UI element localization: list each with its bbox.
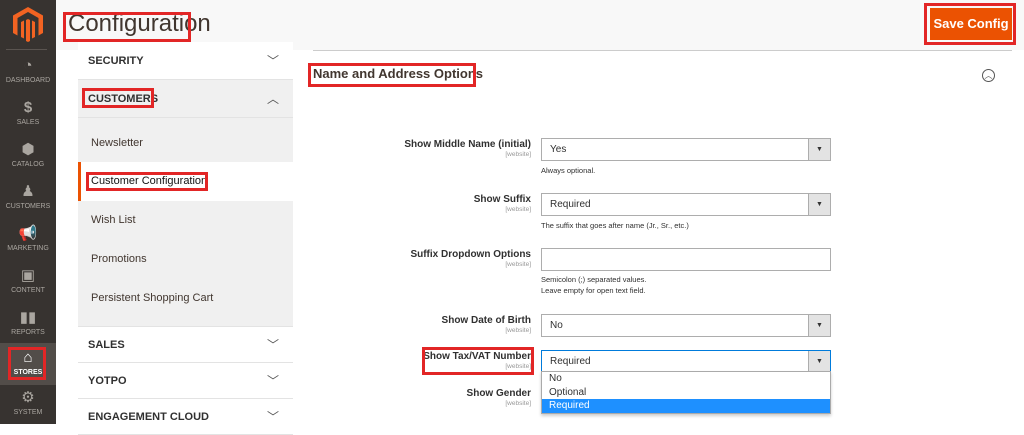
tab-customers[interactable]: CUSTOMERS ︿ [78,80,293,118]
field-label: Show Date of Birth [website] [441,315,531,334]
dollar-icon: $ [23,99,33,116]
tab-label: CUSTOMERS [88,93,159,105]
dropdown-arrow-icon: ▼ [808,315,830,336]
nav-content[interactable]: ▣ CONTENT [0,267,56,309]
store-icon: ⌂ [23,349,33,366]
chevron-down-icon: ﹀ [266,338,279,352]
box-icon: ⬢ [21,141,35,158]
layout-icon: ▣ [20,267,36,284]
chevron-down-icon: ﹀ [266,374,279,388]
config-tabs: SECURITY ﹀ CUSTOMERS ︿ Newsletter Customer… [78,42,293,435]
dropdown-arrow-icon: ▼ [808,351,830,372]
field-label: Show Tax/VAT Number [website] [423,351,531,370]
chevron-down-icon: ﹀ [266,54,279,68]
tab-engagement-cloud[interactable]: ENGAGEMENT CLOUD ﹀ [78,399,293,435]
page-title: Configuration [68,10,211,37]
show-suffix-select[interactable]: Required ▼ [541,193,831,216]
tab-label: SECURITY [88,55,144,67]
nav-label: MARKETING [7,245,49,252]
option-required[interactable]: Required [542,399,830,413]
dropdown-arrow-icon: ▼ [808,194,830,215]
sidebar-divider [6,49,47,50]
tax-vat-options-list: No Optional Required [541,371,831,414]
tab-item-persistent-cart[interactable]: Persistent Shopping Cart [78,279,293,327]
nav-customers[interactable]: ♟ CUSTOMERS [0,183,56,225]
tab-yotpo[interactable]: YOTPO ﹀ [78,363,293,399]
dropdown-arrow-icon: ▼ [808,139,830,160]
chevron-up-icon: ︿ [266,92,279,106]
nav-dashboard[interactable]: ◔ DASHBOARD [0,57,56,99]
tab-item-promotions[interactable]: Promotions [78,240,293,279]
chevron-down-icon: ﹀ [266,410,279,424]
tab-item-newsletter[interactable]: Newsletter [78,118,293,162]
option-no[interactable]: No [542,372,830,386]
show-tax-vat-select[interactable]: Required ▼ [541,350,831,373]
nav-label: SALES [16,119,40,126]
field-label: Suffix Dropdown Options [website] [410,249,531,268]
tab-label: ENGAGEMENT CLOUD [88,411,209,423]
nav-label: CUSTOMERS [5,203,51,210]
megaphone-icon: 📢 [18,225,38,242]
show-middle-name-select[interactable]: Yes ▼ [541,138,831,161]
nav-label: DASHBOARD [5,77,51,84]
nav-label: SYSTEM [13,409,43,416]
field-label: Show Middle Name (initial) [website] [404,139,531,158]
nav-stores[interactable]: ⌂ STORES [0,343,56,385]
tab-label: SALES [88,339,125,351]
tab-label: YOTPO [88,375,127,387]
field-note: Semicolon (;) separated values. Leave emp… [541,275,647,295]
field-label: Show Suffix [website] [473,194,531,213]
gear-icon: ⚙ [21,389,35,406]
nav-label: CONTENT [11,287,45,294]
collapse-icon[interactable]: ︿ [982,69,995,82]
magento-logo-icon[interactable] [12,6,44,42]
section-title[interactable]: Name and Address Options [313,66,483,81]
nav-label: CATALOG [11,161,45,168]
nav-system[interactable]: ⚙ SYSTEM [0,389,56,431]
person-icon: ♟ [21,183,35,200]
field-note: Always optional. [541,166,596,175]
tab-item-customer-configuration[interactable]: Customer Configuration [78,162,293,201]
tab-security[interactable]: SECURITY ﹀ [78,42,293,80]
bar-chart-icon: ▮▮ [19,309,37,326]
divider [313,50,1012,51]
save-config-button[interactable]: Save Config [930,8,1012,40]
admin-sidebar: ◔ DASHBOARD $ SALES ⬢ CATALOG ♟ CUSTOMERS 📢 M… [0,0,56,424]
field-label: Show Gender [website] [466,388,531,407]
nav-sales[interactable]: $ SALES [0,99,56,141]
show-dob-select[interactable]: No ▼ [541,314,831,337]
nav-label: REPORTS [11,329,45,336]
tab-item-wish-list[interactable]: Wish List [78,201,293,240]
dashboard-icon: ◔ [23,57,33,74]
nav-catalog[interactable]: ⬢ CATALOG [0,141,56,183]
nav-marketing[interactable]: 📢 MARKETING [0,225,56,267]
tab-sales[interactable]: SALES ﹀ [78,327,293,363]
suffix-dropdown-options-input[interactable] [541,248,831,271]
field-note: The suffix that goes after name (Jr., Sr… [541,221,689,230]
option-optional[interactable]: Optional [542,386,830,400]
nav-label: STORES [13,369,43,376]
